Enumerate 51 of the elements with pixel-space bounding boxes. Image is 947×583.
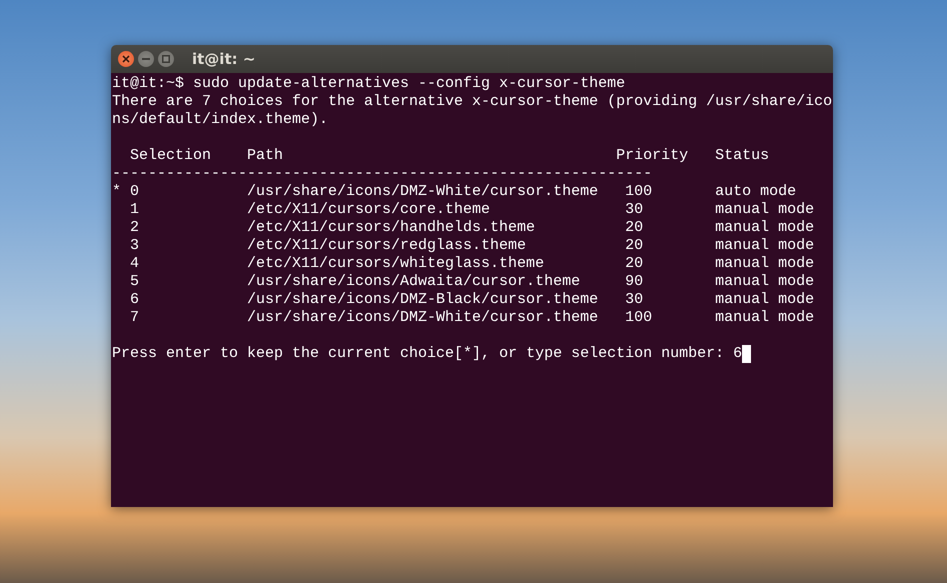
- priority-cell-text: 100: [624, 183, 652, 201]
- column-header: Priority: [616, 147, 688, 165]
- path-cell: /etc/X11/cursors/whiteglass.theme: [247, 255, 544, 273]
- status-cell: manual mode: [715, 255, 814, 273]
- separator-line: ------------------------------------------------------------: [112, 165, 652, 183]
- selection-cell: 5: [130, 273, 140, 291]
- close-button[interactable]: [118, 51, 134, 67]
- selection-cell: 1: [130, 201, 140, 219]
- maximize-button[interactable]: [158, 51, 174, 67]
- path-cell: /etc/X11/cursors/handhelds.theme: [247, 219, 536, 237]
- window-title: it@it: ~: [192, 50, 256, 68]
- status-cell: manual mode: [715, 273, 814, 291]
- priority-cell-text: 90: [624, 273, 644, 291]
- priority-cell-text: 20: [624, 237, 644, 255]
- priority-cell-text: 20: [624, 255, 644, 273]
- command-line: it@it:~$ sudo update-alternatives --config x-cursor-theme: [112, 75, 626, 93]
- output-line: There are 7 choices for the alternative x-cursor-theme (providing /usr/share/ico: [112, 93, 832, 111]
- path-cell: /usr/share/icons/DMZ-Black/cursor.theme: [247, 291, 598, 309]
- status-cell: manual mode: [715, 291, 814, 309]
- close-icon: [122, 55, 130, 63]
- output-line: ns/default/index.theme).: [112, 111, 328, 129]
- prompt-text: Press enter to keep the current choice[*], or type selection number:: [112, 345, 726, 363]
- text-cursor: [742, 345, 752, 363]
- status-cell: auto mode: [715, 183, 796, 201]
- path-cell: /etc/X11/cursors/redglass.theme: [247, 237, 526, 255]
- maximize-icon: [162, 55, 170, 63]
- priority-cell-text: 20: [624, 219, 644, 237]
- column-header: Path: [247, 147, 284, 165]
- path-cell: /usr/share/icons/Adwaita/cursor.theme: [247, 273, 580, 291]
- path-cell: /etc/X11/cursors/core.theme: [247, 201, 490, 219]
- status-cell: manual mode: [715, 201, 814, 219]
- selection-cell: 0: [130, 183, 140, 201]
- priority-cell-text: 100: [624, 309, 652, 327]
- selection-cell: 7: [130, 309, 140, 327]
- status-cell: manual mode: [715, 219, 814, 237]
- column-header: Selection: [130, 147, 212, 165]
- minimize-button[interactable]: [138, 51, 154, 67]
- status-cell: manual mode: [715, 309, 814, 327]
- priority-cell-text: 30: [624, 291, 644, 309]
- selection-cell: 2: [130, 219, 140, 237]
- current-marker: *: [112, 183, 122, 201]
- typed-input[interactable]: 6: [733, 345, 742, 363]
- minimize-icon: [142, 58, 150, 60]
- priority-cell-text: 30: [624, 201, 644, 219]
- status-cell: manual mode: [715, 237, 814, 255]
- selection-cell: 3: [130, 237, 140, 255]
- selection-cell: 6: [130, 291, 140, 309]
- path-cell: /usr/share/icons/DMZ-White/cursor.theme: [247, 309, 598, 327]
- column-header: Status: [715, 147, 770, 165]
- selection-cell: 4: [130, 255, 140, 273]
- path-cell: /usr/share/icons/DMZ-White/cursor.theme: [247, 183, 598, 201]
